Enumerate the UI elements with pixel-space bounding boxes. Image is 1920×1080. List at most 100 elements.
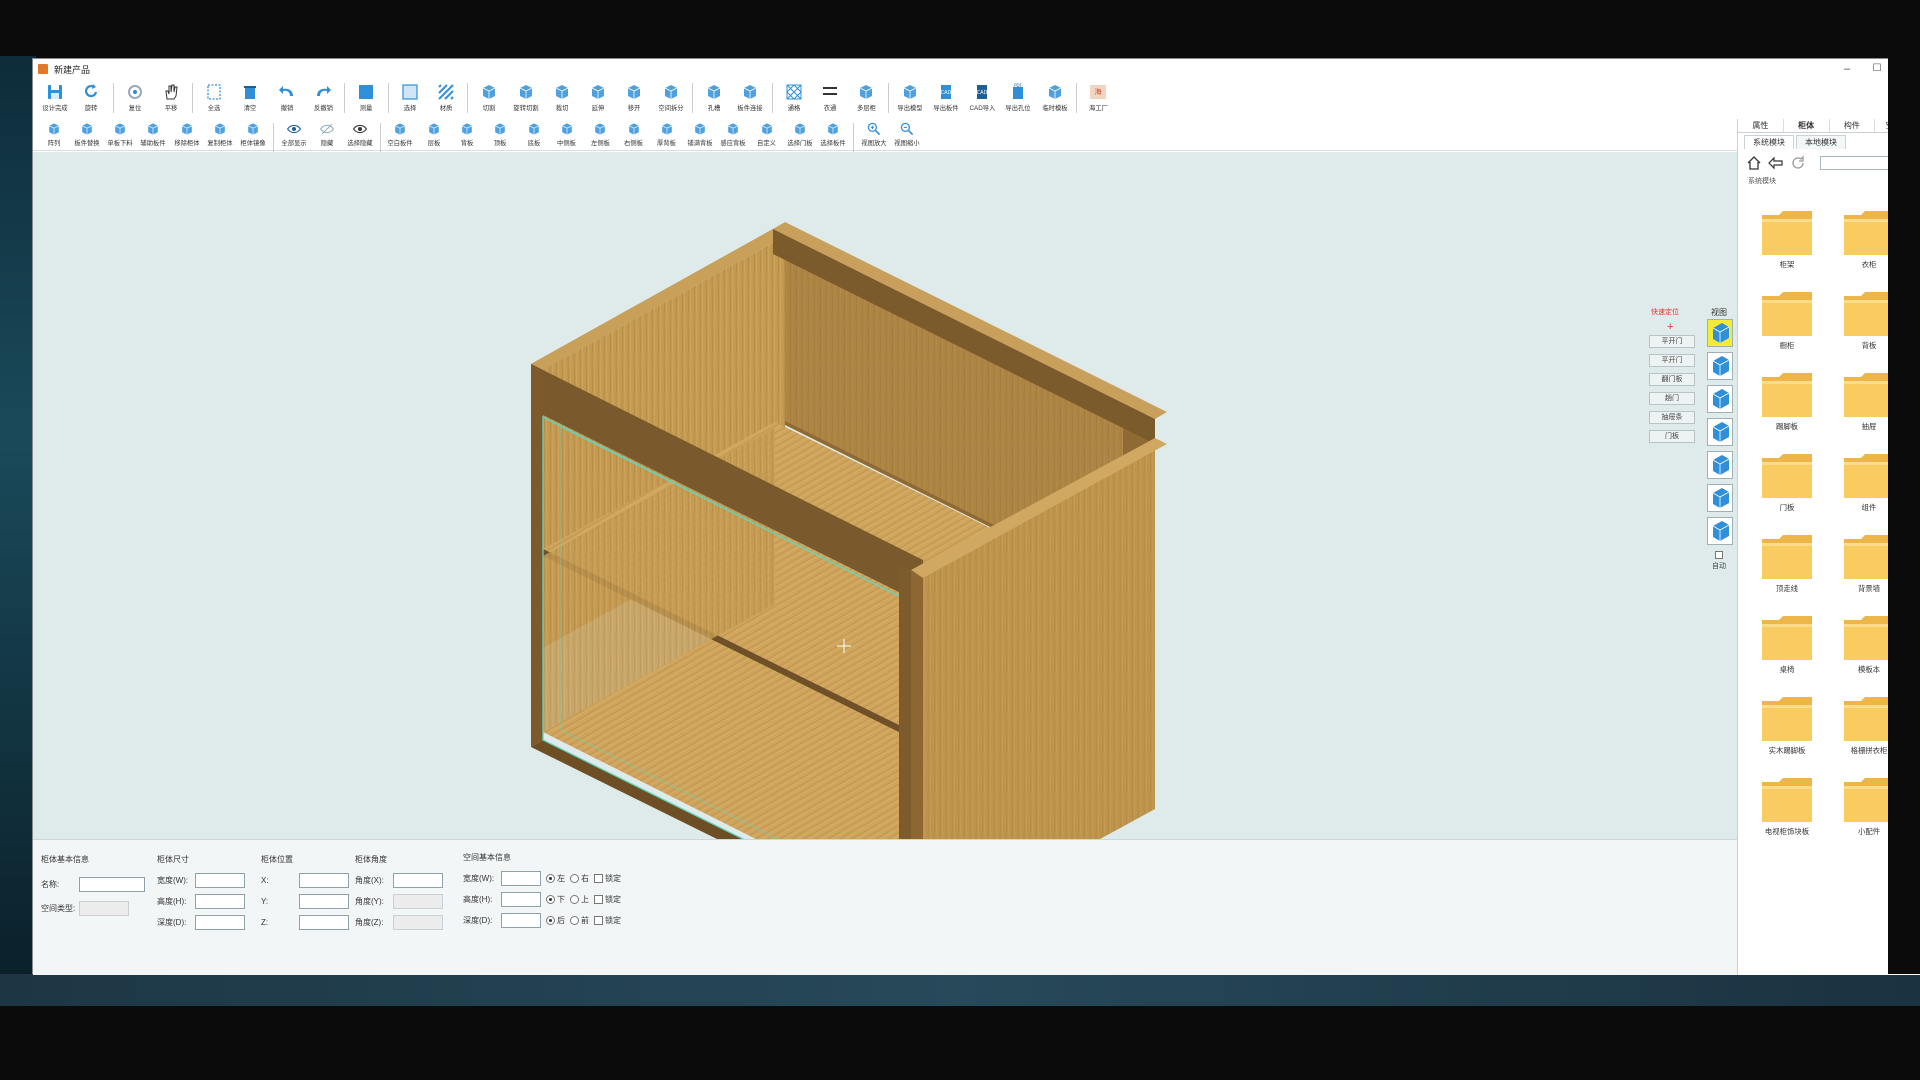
side-tab[interactable]: 柜体	[1783, 119, 1830, 132]
module-folder[interactable]: 桌椅	[1746, 612, 1828, 680]
replace-button[interactable]: 板件替换	[70, 119, 103, 148]
array-button[interactable]: 阵列	[37, 119, 70, 148]
blank-board-button[interactable]: 空白板件	[384, 119, 417, 148]
lock-option[interactable]: 锁定	[594, 894, 621, 905]
single-board-button[interactable]: 单板下料	[104, 119, 137, 148]
copy-cabinet-button[interactable]: 复制柜体	[203, 119, 236, 148]
space-option-a[interactable]: 下	[546, 894, 565, 905]
minimize-button[interactable]: –	[1833, 61, 1861, 77]
right-side-button[interactable]: 右侧板	[617, 119, 650, 148]
quick-locate-button[interactable]: 抽屉条	[1649, 411, 1695, 424]
thick-back-button[interactable]: 厚背板	[650, 119, 683, 148]
hide-button[interactable]: 隐藏	[310, 119, 343, 148]
auto-checkbox[interactable]	[1715, 551, 1723, 559]
rotate-button[interactable]: 旋转	[73, 79, 109, 113]
zoom-out-button[interactable]: 视图缩小	[890, 119, 923, 148]
space-option-a[interactable]: 后	[546, 915, 565, 926]
custom-button[interactable]: 自定义	[750, 119, 783, 148]
radio-unselected[interactable]	[570, 894, 579, 904]
maximize-button[interactable]: ☐	[1863, 61, 1891, 77]
select-board-button[interactable]: 选择板件	[817, 119, 850, 148]
quick-locate-button[interactable]: 平开门	[1649, 354, 1695, 367]
position-input[interactable]	[299, 872, 349, 888]
extend-button[interactable]: 延伸	[580, 79, 616, 113]
radio-selected[interactable]	[546, 894, 555, 904]
back-view-cube-icon[interactable]	[1707, 517, 1733, 545]
module-folder[interactable]: 顶走线	[1746, 531, 1828, 599]
side-tab[interactable]: 属性	[1738, 119, 1784, 132]
quick-locate-button[interactable]: 趟门	[1649, 392, 1695, 405]
angle-input[interactable]	[393, 872, 443, 888]
size-input[interactable]	[195, 893, 245, 909]
angle-input[interactable]	[393, 914, 443, 930]
3d-viewport[interactable]: 快速定位 视图 + 平开门 平开门 翻门板 趟门 抽屉条 门板 自动	[33, 152, 1737, 839]
select-all-button[interactable]: 全选	[196, 79, 232, 113]
side-subtab[interactable]: 系统模块	[1744, 135, 1794, 149]
top-board-button[interactable]: 顶板	[484, 119, 517, 148]
eye-button[interactable]: 全部显示	[277, 119, 310, 148]
size-input[interactable]	[195, 872, 245, 888]
front-view-cube-icon[interactable]	[1707, 352, 1733, 380]
lock-checkbox[interactable]	[594, 915, 603, 925]
space-split-button[interactable]: 空间拆分	[653, 79, 689, 113]
right-view-cube-icon[interactable]	[1707, 418, 1733, 446]
remove-cabinet-button[interactable]: 移除柜体	[170, 119, 203, 148]
select-hide-button[interactable]: 选择隐藏	[344, 119, 377, 148]
rail-button[interactable]: 衣通	[812, 79, 848, 113]
quick-locate-button[interactable]: 翻门板	[1649, 373, 1695, 386]
module-folder[interactable]: 实木踢脚板	[1746, 693, 1828, 761]
left-view-cube-icon[interactable]	[1707, 385, 1733, 413]
fill-back-button[interactable]: 铺满背板	[684, 119, 717, 148]
module-folder[interactable]: 电视柜饰块板	[1746, 774, 1828, 842]
module-folder[interactable]: 踢脚板	[1746, 369, 1828, 437]
bottom-board-button[interactable]: 底板	[517, 119, 550, 148]
radio-unselected[interactable]	[570, 873, 579, 883]
multi-layer-button[interactable]: 多层柜	[848, 79, 884, 113]
module-folder[interactable]: 橱柜	[1746, 288, 1828, 356]
top-view-cube-icon[interactable]	[1707, 451, 1733, 479]
hole-slot-button[interactable]: 孔槽	[696, 79, 732, 113]
cad-export-button[interactable]: CAD 导出板件	[928, 79, 964, 113]
module-folder[interactable]: 门板	[1746, 450, 1828, 518]
reset-button[interactable]: 复位	[117, 79, 153, 113]
bottom-view-cube-icon[interactable]	[1707, 484, 1733, 512]
zoom-in-button[interactable]: 视图放大	[857, 119, 890, 148]
template-button[interactable]: 临时模板	[1037, 79, 1073, 113]
pdf-export-button[interactable]: PDF 导出孔位	[1000, 79, 1036, 113]
space-option-b[interactable]: 上	[570, 894, 589, 905]
aux-board-button[interactable]: 辅助板件	[137, 119, 170, 148]
mirror-button[interactable]: 柜体镜像	[237, 119, 270, 148]
quick-locate-button[interactable]: 门板	[1649, 430, 1695, 443]
lock-checkbox[interactable]	[594, 894, 603, 904]
undo-button[interactable]: 撤销	[269, 79, 305, 113]
sense-back-button[interactable]: 感应背板	[717, 119, 750, 148]
save-button[interactable]: 设计完成	[37, 79, 73, 113]
position-input[interactable]	[299, 914, 349, 930]
home-icon[interactable]	[1746, 155, 1762, 171]
material-button[interactable]: 材质	[428, 79, 464, 113]
radio-selected[interactable]	[546, 873, 555, 883]
name-input[interactable]	[79, 876, 145, 892]
radio-unselected[interactable]	[570, 915, 579, 925]
space-option-b[interactable]: 前	[570, 915, 589, 926]
redo-button[interactable]: 反撤销	[305, 79, 341, 113]
angle-input[interactable]	[393, 893, 443, 909]
shelf-button[interactable]: 层板	[417, 119, 450, 148]
lock-option[interactable]: 锁定	[594, 915, 621, 926]
hand-button[interactable]: 平移	[153, 79, 189, 113]
back-board-button[interactable]: 背板	[451, 119, 484, 148]
trim-button[interactable]: 裁切	[544, 79, 580, 113]
cut-button[interactable]: 切割	[471, 79, 507, 113]
clear-button[interactable]: 清空	[232, 79, 268, 113]
mid-side-button[interactable]: 中侧板	[550, 119, 583, 148]
add-icon[interactable]: +	[1667, 321, 1673, 333]
side-subtab[interactable]: 本地模块	[1796, 135, 1846, 149]
grid-button[interactable]: 通格	[776, 79, 812, 113]
factory-button[interactable]: 海海工厂	[1080, 79, 1116, 113]
measure-button[interactable]: 测量	[348, 79, 384, 113]
size-input[interactable]	[195, 914, 245, 930]
refresh-icon[interactable]	[1790, 155, 1806, 171]
lock-checkbox[interactable]	[594, 873, 603, 883]
back-arrow-icon[interactable]	[1768, 155, 1784, 171]
cabinet-model[interactable]	[33, 152, 1737, 839]
